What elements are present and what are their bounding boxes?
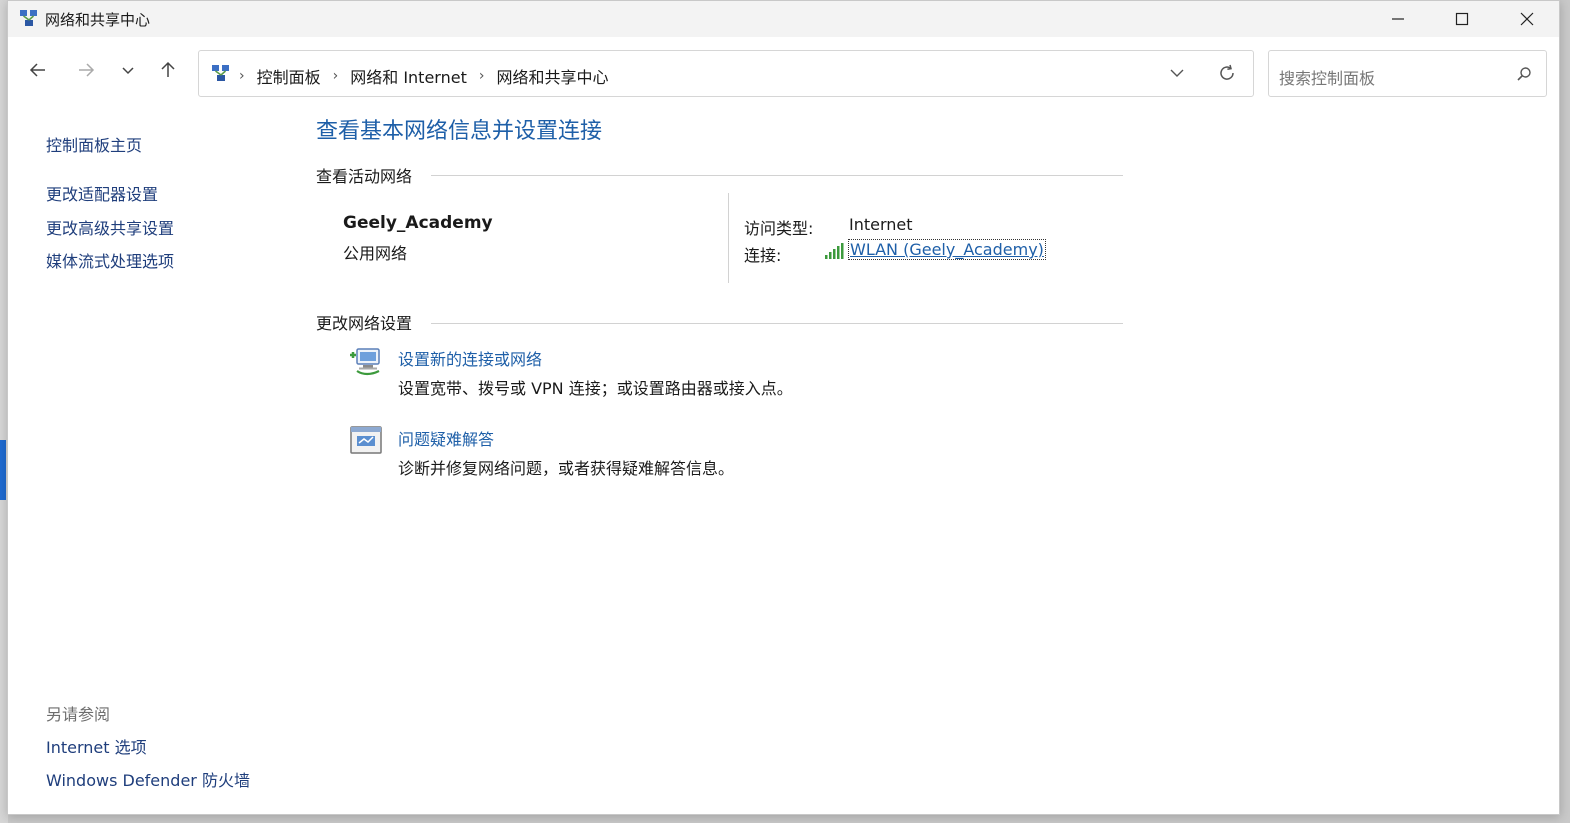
- connection-label: 连接:: [744, 246, 782, 265]
- page-title: 查看基本网络信息并设置连接: [316, 119, 603, 144]
- title-bar: 网络和共享中心: [8, 1, 1559, 37]
- troubleshoot-link[interactable]: 问题疑难解答: [398, 426, 494, 450]
- breadcrumb-separator-icon: ›: [332, 68, 339, 84]
- back-button[interactable]: [22, 54, 54, 86]
- arrow-up-icon: [161, 61, 175, 77]
- breadcrumb-separator-icon: ›: [239, 68, 245, 84]
- active-networks-heading: 查看活动网络: [316, 167, 413, 186]
- breadcrumb-network-center[interactable]: 网络和共享中心: [496, 64, 608, 88]
- maximize-button[interactable]: [1430, 1, 1494, 37]
- troubleshoot-desc: 诊断并修复网络问题，或者获得疑难解答信息。: [398, 459, 735, 478]
- breadcrumb: › 控制面板 › 网络和 Internet › 网络和共享中心: [239, 64, 608, 88]
- forward-button[interactable]: [70, 54, 102, 86]
- vertical-divider: [728, 193, 729, 283]
- section-divider: [431, 175, 1123, 176]
- sidebar-adapter-settings[interactable]: 更改适配器设置: [46, 181, 158, 205]
- troubleshoot-icon[interactable]: [349, 425, 385, 461]
- main-content: 查看基本网络信息并设置连接 查看活动网络 Geely_Academy 公用网络 …: [316, 109, 1136, 809]
- sidebar-control-panel-home[interactable]: 控制面板主页: [46, 132, 142, 156]
- search-placeholder: 搜索控制面板: [1279, 69, 1376, 88]
- network-center-icon: [19, 8, 39, 32]
- recent-locations-button[interactable]: [112, 54, 144, 86]
- chevron-down-icon: [1170, 69, 1184, 77]
- chevron-down-icon: [122, 67, 134, 75]
- maximize-icon: [1455, 12, 1469, 26]
- sidebar-media-streaming[interactable]: 媒体流式处理选项: [46, 248, 174, 272]
- sidebar: 控制面板主页 更改适配器设置 更改高级共享设置 媒体流式处理选项 另请参阅 In…: [46, 109, 316, 809]
- address-bar[interactable]: › 控制面板 › 网络和 Internet › 网络和共享中心: [198, 50, 1254, 97]
- search-icon[interactable]: [1516, 66, 1532, 86]
- network-type: 公用网络: [343, 244, 408, 263]
- address-history-button[interactable]: [1169, 65, 1185, 85]
- setup-connection-desc: 设置宽带、拨号或 VPN 连接；或设置路由器或接入点。: [398, 379, 793, 398]
- arrow-left-icon: [29, 63, 45, 77]
- network-setup-icon[interactable]: [349, 343, 385, 383]
- sidebar-internet-options[interactable]: Internet 选项: [46, 734, 147, 758]
- access-type-label: 访问类型:: [744, 219, 814, 238]
- up-button[interactable]: [152, 54, 184, 86]
- minimize-icon: [1392, 18, 1404, 20]
- wifi-signal-icon: [825, 243, 845, 263]
- access-type-value: Internet: [849, 215, 913, 234]
- change-settings-heading: 更改网络设置: [316, 314, 413, 333]
- breadcrumb-control-panel[interactable]: 控制面板: [257, 64, 321, 88]
- breadcrumb-separator-icon: ›: [478, 68, 485, 84]
- arrow-right-icon: [79, 63, 95, 77]
- network-center-icon: [211, 63, 231, 87]
- window-title: 网络和共享中心: [45, 11, 151, 29]
- minimize-button[interactable]: [1366, 1, 1430, 37]
- navigation-bar: › 控制面板 › 网络和 Internet › 网络和共享中心 搜索控制面板: [8, 37, 1559, 109]
- desktop-fragment: [0, 440, 6, 500]
- refresh-button[interactable]: [1217, 63, 1237, 87]
- close-button[interactable]: [1495, 1, 1559, 37]
- network-name: Geely_Academy: [343, 213, 493, 233]
- setup-connection-link[interactable]: 设置新的连接或网络: [398, 346, 542, 370]
- see-also-heading: 另请参阅: [46, 705, 111, 724]
- sidebar-defender-firewall[interactable]: Windows Defender 防火墙: [46, 767, 250, 791]
- close-icon: [1520, 12, 1534, 26]
- sidebar-advanced-sharing[interactable]: 更改高级共享设置: [46, 215, 174, 239]
- search-box[interactable]: 搜索控制面板: [1268, 50, 1547, 97]
- section-divider: [431, 323, 1123, 324]
- refresh-icon: [1220, 64, 1234, 80]
- breadcrumb-network-internet[interactable]: 网络和 Internet: [350, 64, 467, 88]
- wlan-connection-link[interactable]: WLAN (Geely_Academy): [848, 239, 1046, 260]
- network-sharing-window: 网络和共享中心 › 控制面板 › 网络和 Internet › 网络和共享中心 …: [7, 0, 1560, 815]
